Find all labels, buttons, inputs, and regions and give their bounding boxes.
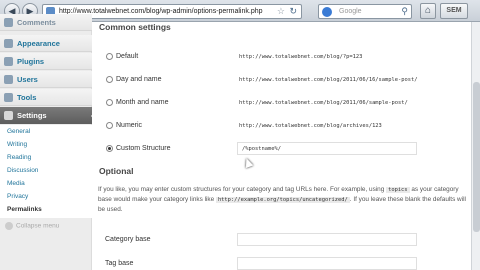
home-icon[interactable]: ⌂ <box>420 3 436 19</box>
page-scrollbar[interactable] <box>471 22 480 270</box>
option-label[interactable]: Day and name <box>116 76 162 83</box>
radio-custom-structure[interactable] <box>106 145 113 152</box>
users-icon <box>4 75 13 84</box>
desc-text-1: If you like, you may enter custom struct… <box>98 186 385 193</box>
menu-settings[interactable]: Settings <box>0 107 96 124</box>
radio-numeric[interactable] <box>106 122 113 129</box>
menu-label: Comments <box>17 18 56 27</box>
tools-icon <box>4 93 13 102</box>
menu-plugins[interactable]: Plugins <box>0 53 92 70</box>
search-box[interactable]: Google ⚲ <box>318 4 412 19</box>
tag-base-input[interactable] <box>237 257 417 270</box>
search-placeholder: Google <box>339 8 362 15</box>
scrollbar-thumb[interactable] <box>473 82 480 232</box>
reload-icon[interactable]: ↻ <box>289 6 297 17</box>
optional-heading: Optional <box>99 166 134 176</box>
radio-month-and-name[interactable] <box>106 99 113 106</box>
radio-default[interactable] <box>106 53 113 60</box>
option-label[interactable]: Month and name <box>116 99 169 106</box>
code-example-url: http://example.org/topics/uncategorized/ <box>215 197 350 203</box>
radio-day-and-name[interactable] <box>106 76 113 83</box>
submenu-permalinks[interactable]: Permalinks <box>7 206 42 213</box>
option-sample-url: http://www.totalwebnet.com/blog/2011/06/… <box>239 77 418 83</box>
submenu-writing[interactable]: Writing <box>7 141 27 148</box>
admin-sidebar: Comments Appearance Plugins Users Tools … <box>0 14 96 270</box>
common-settings-heading: Common settings <box>99 22 171 32</box>
submenu-privacy[interactable]: Privacy <box>7 193 28 200</box>
menu-comments[interactable]: Comments <box>0 14 92 31</box>
menu-label: Users <box>17 75 38 84</box>
code-topics: topics <box>386 187 410 193</box>
option-label[interactable]: Numeric <box>116 122 142 129</box>
optional-description: If you like, you may enter custom struct… <box>98 185 466 215</box>
option-label[interactable]: Custom Structure <box>116 145 170 152</box>
main-content: Common settings Default http://www.total… <box>93 22 471 270</box>
submenu-discussion[interactable]: Discussion <box>7 167 38 174</box>
collapse-label: Collapse menu <box>16 222 60 230</box>
collapse-icon <box>5 222 13 230</box>
option-label[interactable]: Default <box>116 53 138 60</box>
submenu-reading[interactable]: Reading <box>7 154 31 161</box>
menu-users[interactable]: Users <box>0 71 92 88</box>
settings-submenu: General Writing Reading Discussion Media… <box>0 125 92 218</box>
option-sample-url: http://www.totalwebnet.com/blog/archives… <box>239 123 382 129</box>
option-sample-url: http://www.totalwebnet.com/blog/2011/06/… <box>239 100 408 106</box>
category-base-input[interactable] <box>237 233 417 246</box>
submenu-media[interactable]: Media <box>7 180 25 187</box>
comments-icon <box>4 18 13 27</box>
custom-structure-value: /%postname%/ <box>242 146 281 152</box>
menu-appearance[interactable]: Appearance <box>0 35 92 52</box>
appearance-icon <box>4 39 13 48</box>
settings-icon <box>4 111 13 120</box>
custom-structure-input[interactable]: /%postname%/ <box>237 142 417 155</box>
bookmark-star-icon[interactable]: ☆ <box>277 6 285 17</box>
search-engine-icon[interactable] <box>322 7 332 17</box>
search-magnifier-icon[interactable]: ⚲ <box>401 6 408 17</box>
plugins-icon <box>4 57 13 66</box>
category-base-label: Category base <box>105 236 151 243</box>
sem-toolbar-button[interactable]: SEM <box>440 3 468 19</box>
collapse-menu[interactable]: Collapse menu <box>5 222 59 230</box>
menu-tools[interactable]: Tools <box>0 89 92 106</box>
menu-label: Appearance <box>17 39 60 48</box>
menu-label: Plugins <box>17 57 45 66</box>
menu-label: Tools <box>17 93 37 102</box>
option-sample-url: http://www.totalwebnet.com/blog/?p=123 <box>239 54 363 60</box>
menu-label: Settings <box>17 111 47 120</box>
tag-base-label: Tag base <box>105 260 134 267</box>
submenu-general[interactable]: General <box>7 128 30 135</box>
